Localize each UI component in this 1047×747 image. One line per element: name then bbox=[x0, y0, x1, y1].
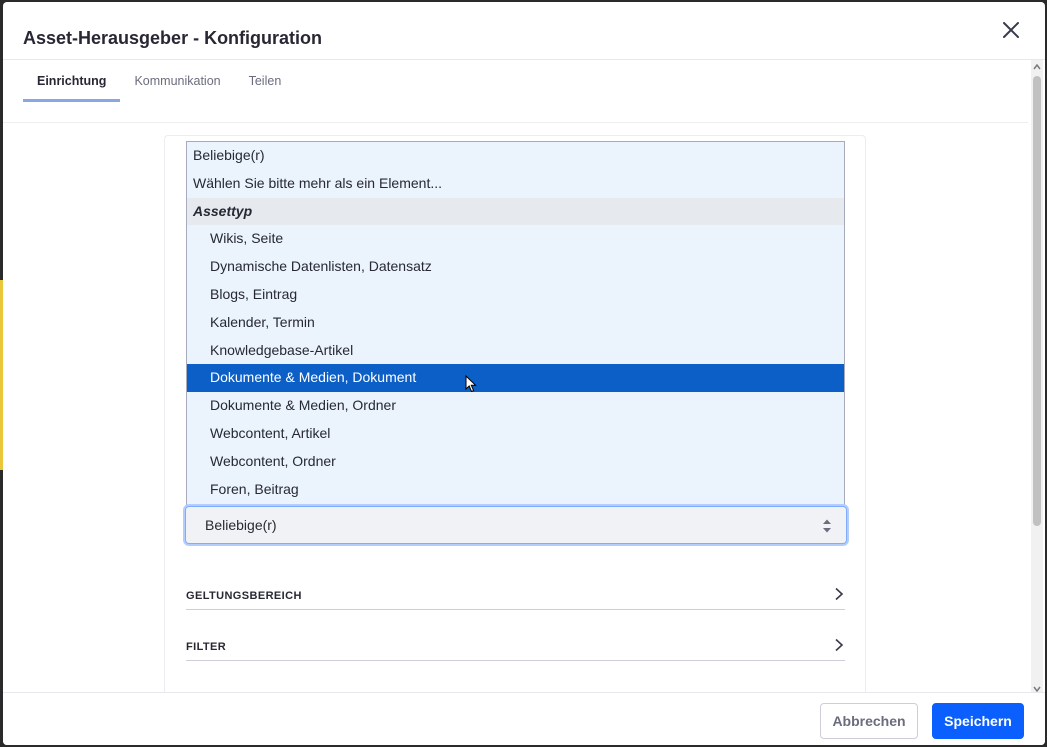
save-button[interactable]: Speichern bbox=[932, 703, 1024, 739]
listbox-option[interactable]: Foren, Beitrag bbox=[187, 476, 844, 504]
asset-type-select[interactable]: Beliebige(r) bbox=[185, 506, 847, 544]
cancel-button[interactable]: Abbrechen bbox=[820, 703, 918, 739]
listbox-option[interactable]: Wikis, Seite bbox=[187, 225, 844, 253]
modal-header: Asset-Herausgeber - Konfiguration bbox=[3, 2, 1045, 60]
modal-footer: Abbrechen Speichern bbox=[3, 692, 1045, 745]
section-scope-label: GELTUNGSBEREICH bbox=[186, 590, 302, 602]
divider bbox=[3, 122, 1028, 123]
chevron-right-icon bbox=[835, 638, 844, 652]
chevron-right-icon bbox=[835, 587, 844, 601]
listbox-group-label: Assettyp bbox=[187, 197, 844, 226]
listbox-option[interactable]: Dynamische Datenlisten, Datensatz bbox=[187, 253, 844, 281]
scrollbar-thumb[interactable] bbox=[1033, 76, 1041, 526]
asset-type-select-value: Beliebige(r) bbox=[205, 517, 277, 533]
listbox-option[interactable]: Beliebige(r) bbox=[187, 142, 844, 170]
close-icon bbox=[1003, 22, 1019, 38]
tab-teilen[interactable]: Teilen bbox=[235, 62, 296, 102]
listbox-option[interactable]: Dokumente & Medien, Ordner bbox=[187, 392, 844, 420]
asset-type-listbox[interactable]: Beliebige(r) Wählen Sie bitte mehr als ei… bbox=[186, 141, 845, 506]
section-filter-label: FILTER bbox=[186, 641, 227, 653]
tab-einrichtung[interactable]: Einrichtung bbox=[23, 62, 121, 102]
listbox-option[interactable]: Kalender, Termin bbox=[187, 309, 844, 337]
listbox-option[interactable]: Blogs, Eintrag bbox=[187, 281, 844, 309]
listbox-option[interactable]: Webcontent, Ordner bbox=[187, 448, 844, 476]
select-arrows-icon bbox=[823, 519, 831, 533]
close-button[interactable] bbox=[999, 18, 1023, 42]
modal-scrollbar[interactable] bbox=[1031, 60, 1043, 696]
tab-bar: Einrichtung Kommunikation Teilen bbox=[23, 62, 295, 102]
tab-kommunikation[interactable]: Kommunikation bbox=[120, 62, 234, 102]
modal-title: Asset-Herausgeber - Konfiguration bbox=[23, 28, 323, 48]
listbox-option[interactable]: Wählen Sie bitte mehr als ein Element... bbox=[187, 170, 844, 198]
scroll-up-icon[interactable] bbox=[1033, 62, 1041, 72]
listbox-option[interactable]: Webcontent, Artikel bbox=[187, 420, 844, 448]
listbox-option[interactable]: Knowledgebase-Artikel bbox=[187, 337, 844, 365]
section-scope[interactable]: GELTUNGSBEREICH bbox=[186, 582, 845, 610]
section-filter[interactable]: FILTER bbox=[186, 633, 845, 661]
listbox-option[interactable]: Dokumente & Medien, Dokument bbox=[187, 364, 844, 393]
config-modal: Asset-Herausgeber - Konfiguration Einric… bbox=[3, 2, 1045, 745]
